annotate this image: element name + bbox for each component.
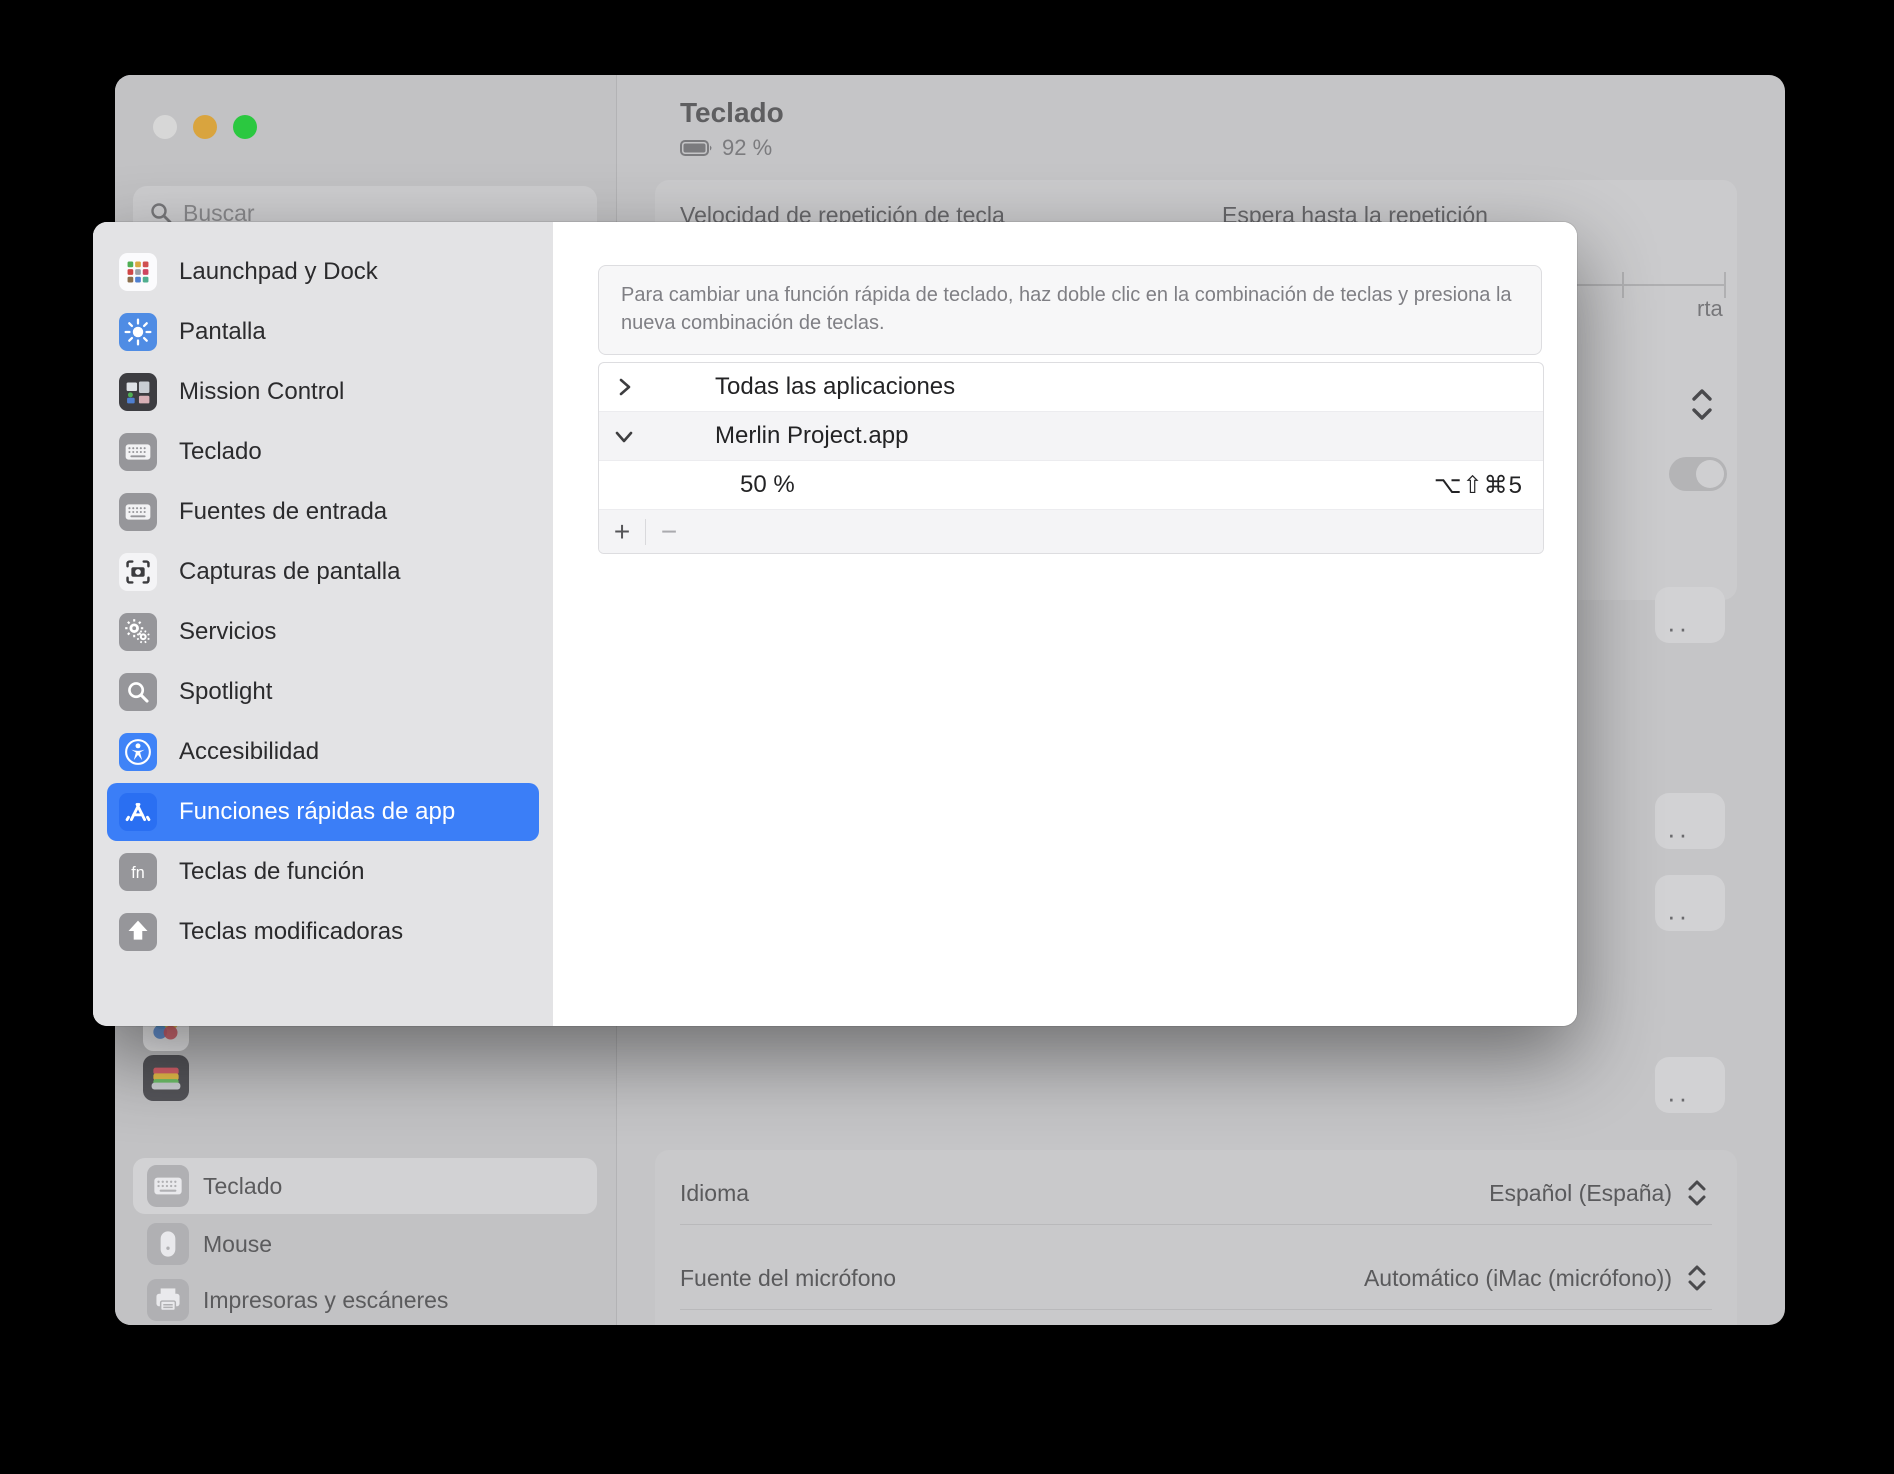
shortcut-category-servicios[interactable]: Servicios [107,603,539,661]
row-value-text: Español (España) [1489,1179,1672,1206]
shortcut-category-accesibilidad[interactable]: Accesibilidad [107,723,539,781]
stepper-icon[interactable] [1682,1259,1712,1297]
slider-tick [1724,272,1726,298]
shortcut-category-teclado[interactable]: Teclado [107,423,539,481]
keyboard-icon [147,1165,189,1207]
fn-icon: fn [119,853,157,891]
sidebar-item-teclado[interactable]: Teclado [133,1158,597,1214]
printer-icon [147,1279,189,1321]
shortcuts-table: Todas las aplicaciones Merlin Project.ap… [598,362,1544,554]
category-label: Accesibilidad [179,738,320,765]
keyboard-gray-icon [119,493,157,531]
shortcut-category-teclas-de-funci-n[interactable]: fn Teclas de función [107,843,539,901]
hidden-shortcut-fragment[interactable]: ·· [1655,1057,1725,1113]
add-shortcut-button[interactable]: + [599,510,645,553]
row-value[interactable]: Español (España) [1489,1174,1712,1212]
shortcut-category-spotlight[interactable]: Spotlight [107,663,539,721]
shortcut-category-mission-control[interactable]: Mission Control [107,363,539,421]
shortcut-category-funciones-r-pidas-de-app[interactable]: Funciones rápidas de app [107,783,539,841]
wallet-icon [143,1055,189,1101]
launchpad-icon [119,253,157,291]
shortcut-category-pantalla[interactable]: Pantalla [107,303,539,361]
category-label: Fuentes de entrada [179,498,388,525]
category-label: Teclas de función [179,858,365,885]
hidden-shortcut-fragment[interactable]: ·· [1655,587,1725,643]
row-label: Merlin Project.app [715,422,909,449]
shortcut-category-teclas-modificadoras[interactable]: Teclas modificadoras [107,903,539,961]
dictation-panel: Idioma Español (España) Fuente del micró… [655,1150,1737,1325]
gears-icon [119,613,157,651]
row-value-text: Automático (iMac (micrófono)) [1363,1264,1672,1291]
row-label: 50 % [740,471,795,498]
zoom-button[interactable] [233,115,257,139]
chevron-down-icon[interactable] [613,429,635,444]
table-group-row[interactable]: Todas las aplicaciones [599,363,1543,411]
category-label: Teclado [179,438,262,465]
slider-tick [1622,272,1624,298]
sidebar-item-hidden[interactable] [143,1055,189,1101]
row-value[interactable]: Automático (iMac (micrófono)) [1364,1259,1712,1297]
battery-status: 92 % [680,135,772,161]
hidden-shortcut-fragment[interactable]: ·· [1655,875,1725,931]
instruction-text: Para cambiar una función rápida de tecla… [598,265,1542,355]
sidebar-item-impresoras-y-esc-neres[interactable]: Impresoras y escáneres [133,1272,597,1325]
hidden-toggle-fragment[interactable] [1669,457,1727,491]
settings-row-fuente-del-micr-fono: Fuente del micrófono Automático (iMac (m… [680,1247,1712,1309]
stepper-icon[interactable] [1682,1174,1712,1212]
chevron-right-icon[interactable] [613,376,635,398]
category-label: Funciones rápidas de app [179,798,456,825]
category-label: Pantalla [179,318,266,345]
minimize-button[interactable] [193,115,217,139]
shortcut-category-launchpad-y-dock[interactable]: Launchpad y Dock [107,243,539,301]
shortcuts-content: Para cambiar una función rápida de tecla… [553,222,1577,1026]
screen: { "colors":{ "accent":"#3b7ef7","done_bl… [0,0,1894,1474]
shortcut-category-capturas-de-pantalla[interactable]: Capturas de pantalla [107,543,539,601]
slider-end-label-fragment: rta [1697,296,1723,321]
category-label: Launchpad y Dock [179,258,378,285]
row-label: Idioma [680,1179,750,1206]
divider [680,1224,1712,1225]
row-label: Fuente del micrófono [680,1264,897,1291]
screenshot-icon [119,553,157,591]
settings-row-idioma: Idioma Español (España) [680,1162,1712,1224]
shortcut-keys[interactable]: ⌥⇧⌘5 [1434,471,1543,500]
row-label: Todas las aplicaciones [715,373,956,400]
category-label: Capturas de pantalla [179,558,401,585]
table-shortcut-row[interactable]: 50 % ⌥⇧⌘5 [599,460,1543,509]
sidebar-item-mouse[interactable]: Mouse [133,1216,597,1272]
table-footer: + − [599,509,1543,553]
sidebar-item-label: Mouse [203,1230,273,1257]
shortcuts-sidebar: Launchpad y Dock Pantalla Mission Contro… [93,222,553,1026]
mouse-icon [147,1223,189,1265]
app-shortcuts-icon [119,793,157,831]
magnifier-icon [119,673,157,711]
hidden-stepper-fragment[interactable] [1685,383,1719,427]
keyboard-shortcuts-sheet: Launchpad y Dock Pantalla Mission Contro… [93,222,1577,1026]
battery-icon [680,139,714,157]
mission-control-icon [119,373,157,411]
modifier-arrow-icon [119,913,157,951]
category-label: Mission Control [179,378,345,405]
sidebar-item-label: Impresoras y escáneres [203,1286,449,1313]
page-title: Teclado [680,97,784,128]
category-label: Spotlight [179,678,273,705]
category-label: Servicios [179,618,277,645]
category-label: Teclas modificadoras [179,918,404,945]
close-button[interactable] [153,115,177,139]
display-sun-icon [119,313,157,351]
svg-text:fn: fn [131,864,144,882]
remove-shortcut-button[interactable]: − [646,510,692,553]
keyboard-gray-icon [119,433,157,471]
accessibility-icon [119,733,157,771]
table-group-row[interactable]: Merlin Project.app [599,411,1543,460]
shortcut-category-fuentes-de-entrada[interactable]: Fuentes de entrada [107,483,539,541]
divider [680,1309,1712,1310]
traffic-lights [153,115,257,139]
hidden-shortcut-fragment[interactable]: ·· [1655,793,1725,849]
sidebar-item-label: Teclado [203,1172,283,1199]
